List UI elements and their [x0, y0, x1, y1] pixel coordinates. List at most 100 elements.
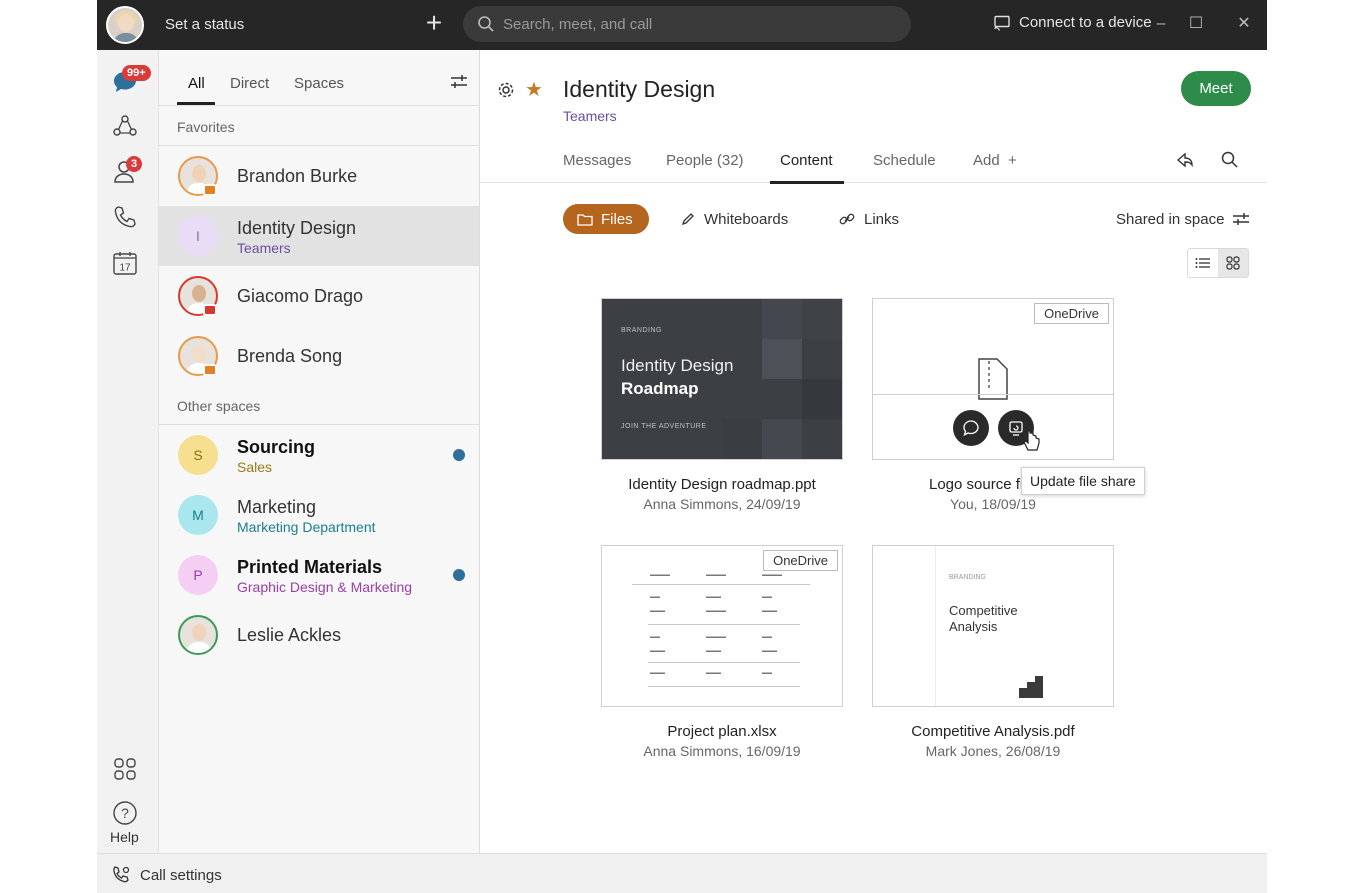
maximize-icon[interactable]: ☐ [1184, 12, 1208, 36]
list-view-icon[interactable] [1188, 249, 1218, 277]
space-team: Graphic Design & Marketing [237, 579, 413, 595]
file-thumbnail: OneDrive ▬▬▬▬ ▬▬▬▬ ▬▬▬▬ ▬▬ ▬▬▬ ▬▬ ▬▬▬ ▬▬… [601, 545, 843, 707]
contact-name: Giacomo Drago [237, 286, 364, 306]
help-label: Help [110, 829, 139, 845]
file-meta: Mark Jones, 26/08/19 [925, 743, 1061, 759]
folder-icon [577, 213, 593, 226]
favorites-header: Favorites [177, 119, 235, 135]
filter-files-button[interactable]: Files [563, 204, 649, 234]
calendar-nav-item[interactable]: 17 [110, 248, 140, 278]
presence-video-icon [203, 184, 217, 196]
tab-messages[interactable]: Messages [563, 152, 631, 169]
shared-in-space-dropdown[interactable]: Shared in space [1116, 211, 1224, 228]
search-bar[interactable] [463, 6, 911, 42]
file-thumbnail: OneDrive [872, 298, 1114, 460]
minimize-icon[interactable]: – [1149, 12, 1173, 36]
file-name: Identity Design roadmap.ppt [628, 476, 816, 493]
tab-add[interactable]: Add + [973, 152, 1017, 169]
list-item-printed-materials[interactable]: P Printed Materials Graphic Design & Mar… [159, 545, 479, 605]
file-meta: Anna Simmons, 24/09/19 [643, 496, 801, 512]
navigation-rail: 99+ 3 17 ? Help [97, 50, 159, 853]
list-item-marketing[interactable]: M Marketing Marketing Department [159, 485, 479, 545]
my-avatar[interactable] [106, 6, 144, 44]
space-avatar: M [178, 495, 218, 535]
view-toggle [1187, 248, 1249, 278]
call-settings-icon[interactable] [111, 865, 131, 885]
space-team: Sales [237, 459, 273, 475]
connect-to-device-button[interactable]: Connect to a device [993, 14, 1152, 31]
thumb-label: BRANDING [949, 574, 986, 581]
space-name: Sourcing [237, 437, 316, 457]
onedrive-badge: OneDrive [763, 550, 838, 571]
gear-icon[interactable] [497, 81, 515, 99]
space-team: Marketing Department [237, 519, 376, 535]
grid-view-icon[interactable] [1218, 249, 1248, 277]
share-screen-icon[interactable] [1175, 150, 1195, 170]
tab-schedule[interactable]: Schedule [873, 152, 936, 169]
space-team: Teamers [237, 240, 291, 256]
filter-tab-direct[interactable]: Direct [230, 75, 269, 92]
list-item-brandon-burke[interactable]: Brandon Burke [159, 146, 479, 206]
list-item-giacomo-drago[interactable]: Giacomo Drago [159, 266, 479, 326]
list-item-brenda-song[interactable]: Brenda Song [159, 326, 479, 386]
new-item-plus-icon[interactable]: + [419, 9, 449, 39]
contacts-nav-item[interactable]: 3 [110, 156, 143, 186]
pencil-icon [681, 213, 694, 226]
space-avatar: I [178, 216, 218, 256]
list-item-sourcing[interactable]: S Sourcing Sales [159, 425, 479, 485]
tab-content[interactable]: Content [780, 152, 833, 169]
teams-nav-item[interactable] [110, 112, 140, 142]
search-input[interactable] [503, 6, 893, 42]
file-name: Competitive Analysis.pdf [911, 723, 1075, 740]
space-header: ★ Identity Design Teamers Meet Messages … [480, 50, 1267, 184]
links-label: Links [864, 210, 900, 228]
cast-icon [994, 15, 1010, 31]
list-item-leslie-ackles[interactable]: Leslie Ackles [159, 605, 479, 665]
thumb-title: Competitive [949, 603, 1018, 618]
update-file-share-tooltip: Update file share [1021, 467, 1145, 495]
meet-button[interactable]: Meet [1181, 71, 1251, 106]
filter-tab-spaces[interactable]: Spaces [294, 75, 344, 92]
thumb-subtitle: Roadmap [621, 379, 699, 398]
link-icon [839, 213, 855, 225]
unread-dot [453, 449, 465, 461]
reply-comment-icon[interactable] [953, 410, 989, 446]
file-thumbnail: BRANDING Competitive Analysis [872, 545, 1114, 707]
active-tab-underline [770, 181, 844, 184]
set-status-link[interactable]: Set a status [165, 16, 244, 33]
tab-people[interactable]: People (32) [666, 152, 744, 169]
mouse-cursor-icon [1023, 430, 1040, 451]
favorite-star-icon[interactable]: ★ [525, 77, 543, 102]
filter-whiteboards-button[interactable]: Whiteboards [680, 204, 788, 234]
space-team-link[interactable]: Teamers [563, 108, 617, 124]
contact-name: Leslie Ackles [237, 625, 342, 645]
messaging-nav-item[interactable]: 99+ [110, 65, 151, 97]
avatar [178, 615, 218, 655]
search-icon[interactable] [1220, 150, 1240, 170]
list-item-identity-design[interactable]: I Identity Design Teamers [159, 206, 479, 266]
svg-text:?: ? [121, 805, 129, 821]
filter-tab-all[interactable]: All [188, 75, 205, 92]
apps-nav-item[interactable] [110, 754, 140, 784]
search-icon [478, 16, 494, 32]
file-meta: Anna Simmons, 16/09/19 [643, 743, 801, 759]
file-thumbnail: BRANDING Identity Design Roadmap JOIN TH… [601, 298, 843, 460]
close-icon[interactable]: ✕ [1232, 12, 1256, 36]
other-spaces-header: Other spaces [177, 398, 261, 414]
thumb-label: BRANDING [621, 327, 662, 334]
unread-dot [453, 569, 465, 581]
filter-sliders-icon[interactable] [449, 74, 469, 90]
add-plus-icon: + [1003, 152, 1017, 169]
file-meta: You, 18/09/19 [950, 496, 1036, 512]
contact-name: Brenda Song [237, 346, 343, 366]
filter-links-button[interactable]: Links [838, 204, 899, 234]
call-settings-label[interactable]: Call settings [140, 867, 222, 884]
space-title: Identity Design [563, 76, 716, 102]
phone-icon [114, 206, 136, 228]
space-name: Marketing [237, 497, 317, 517]
sort-sliders-icon[interactable] [1232, 212, 1250, 226]
thumb-subtitle: Analysis [949, 619, 998, 634]
space-avatar: P [178, 555, 218, 595]
calling-nav-item[interactable] [110, 202, 140, 232]
help-nav-item[interactable]: ? [110, 798, 140, 828]
